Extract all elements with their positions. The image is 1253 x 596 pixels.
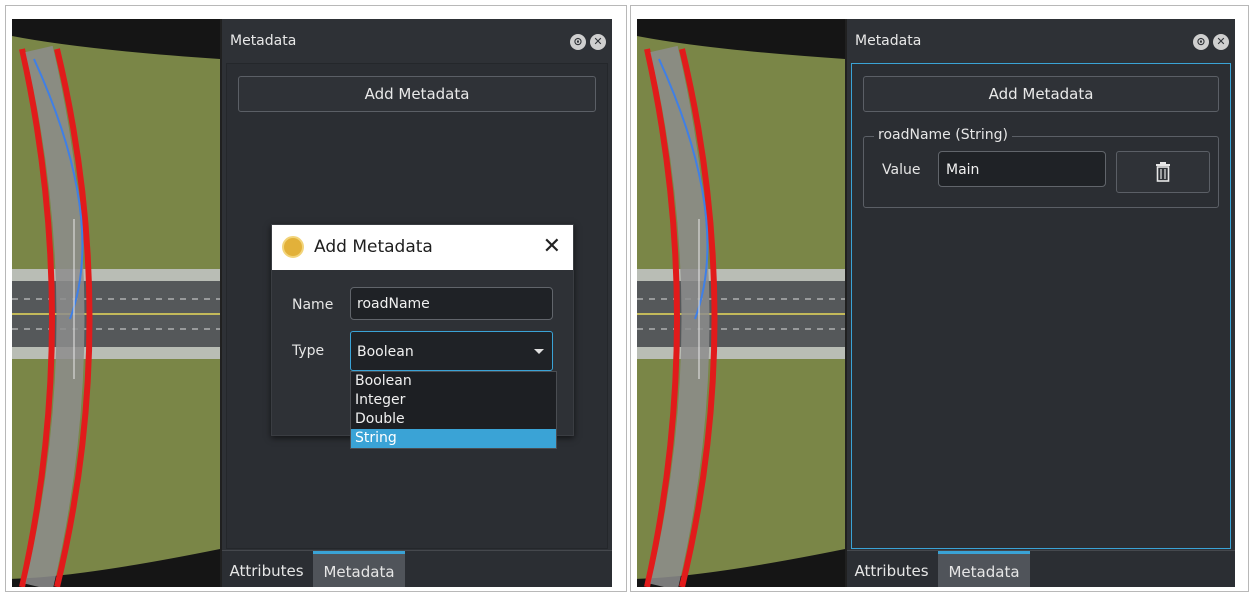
chevron-down-icon (534, 349, 544, 354)
option-string[interactable]: String (351, 429, 556, 448)
type-label: Type (292, 343, 325, 359)
app-logo-icon (282, 236, 304, 258)
option-integer[interactable]: Integer (351, 391, 556, 410)
metadata-group-title: roadName (String) (874, 127, 1012, 143)
float-icon[interactable]: ⊙ (570, 34, 586, 50)
close-icon[interactable]: ✕ (1213, 34, 1229, 50)
tab-metadata[interactable]: Metadata (313, 551, 405, 587)
tab-metadata[interactable]: Metadata (938, 551, 1030, 587)
add-metadata-dialog: Add Metadata ✕ Name roadName Type Boolea… (271, 224, 574, 449)
metadata-content: Add Metadata roadName (String) Value Mai… (851, 63, 1231, 549)
road-viewport[interactable] (637, 19, 845, 587)
type-select-value: Boolean (357, 344, 414, 360)
name-label: Name (292, 297, 334, 313)
road-map-canvas (637, 19, 845, 587)
left-screenshot: Metadata ⊙ ✕ Add Metadata Attributes Met… (12, 19, 612, 587)
dialog-header: Add Metadata ✕ (272, 225, 573, 270)
option-boolean[interactable]: Boolean (351, 372, 556, 391)
type-select[interactable]: Boolean (350, 331, 553, 371)
panel-title-icons: ⊙ ✕ (570, 34, 606, 50)
panel-title: Metadata (230, 33, 297, 49)
trash-icon (1156, 162, 1170, 182)
dialog-title: Add Metadata (314, 237, 433, 257)
metadata-group: roadName (String) Value Main (863, 127, 1219, 208)
close-icon[interactable]: ✕ (590, 34, 606, 50)
tab-attributes[interactable]: Attributes (222, 551, 311, 587)
panel-title-icons: ⊙ ✕ (1193, 34, 1229, 50)
add-metadata-button[interactable]: Add Metadata (863, 76, 1219, 112)
panel-title: Metadata (855, 33, 922, 49)
road-viewport[interactable] (12, 19, 220, 587)
value-field[interactable]: Main (938, 151, 1106, 187)
right-screenshot: Metadata ⊙ ✕ Add Metadata roadName (Stri… (637, 19, 1235, 587)
tab-attributes[interactable]: Attributes (847, 551, 936, 587)
road-map-canvas (12, 19, 220, 587)
type-dropdown: Boolean Integer Double String (350, 371, 557, 449)
name-field[interactable]: roadName (350, 287, 553, 320)
metadata-panel: Metadata ⊙ ✕ Add Metadata roadName (Stri… (847, 19, 1235, 587)
close-icon[interactable]: ✕ (543, 234, 561, 259)
option-double[interactable]: Double (351, 410, 556, 429)
float-icon[interactable]: ⊙ (1193, 34, 1209, 50)
delete-metadata-button[interactable] (1116, 151, 1210, 193)
panel-tabs: Attributes Metadata (847, 550, 1235, 587)
add-metadata-button[interactable]: Add Metadata (238, 76, 596, 112)
panel-tabs: Attributes Metadata (222, 550, 612, 587)
value-label: Value (882, 162, 921, 178)
